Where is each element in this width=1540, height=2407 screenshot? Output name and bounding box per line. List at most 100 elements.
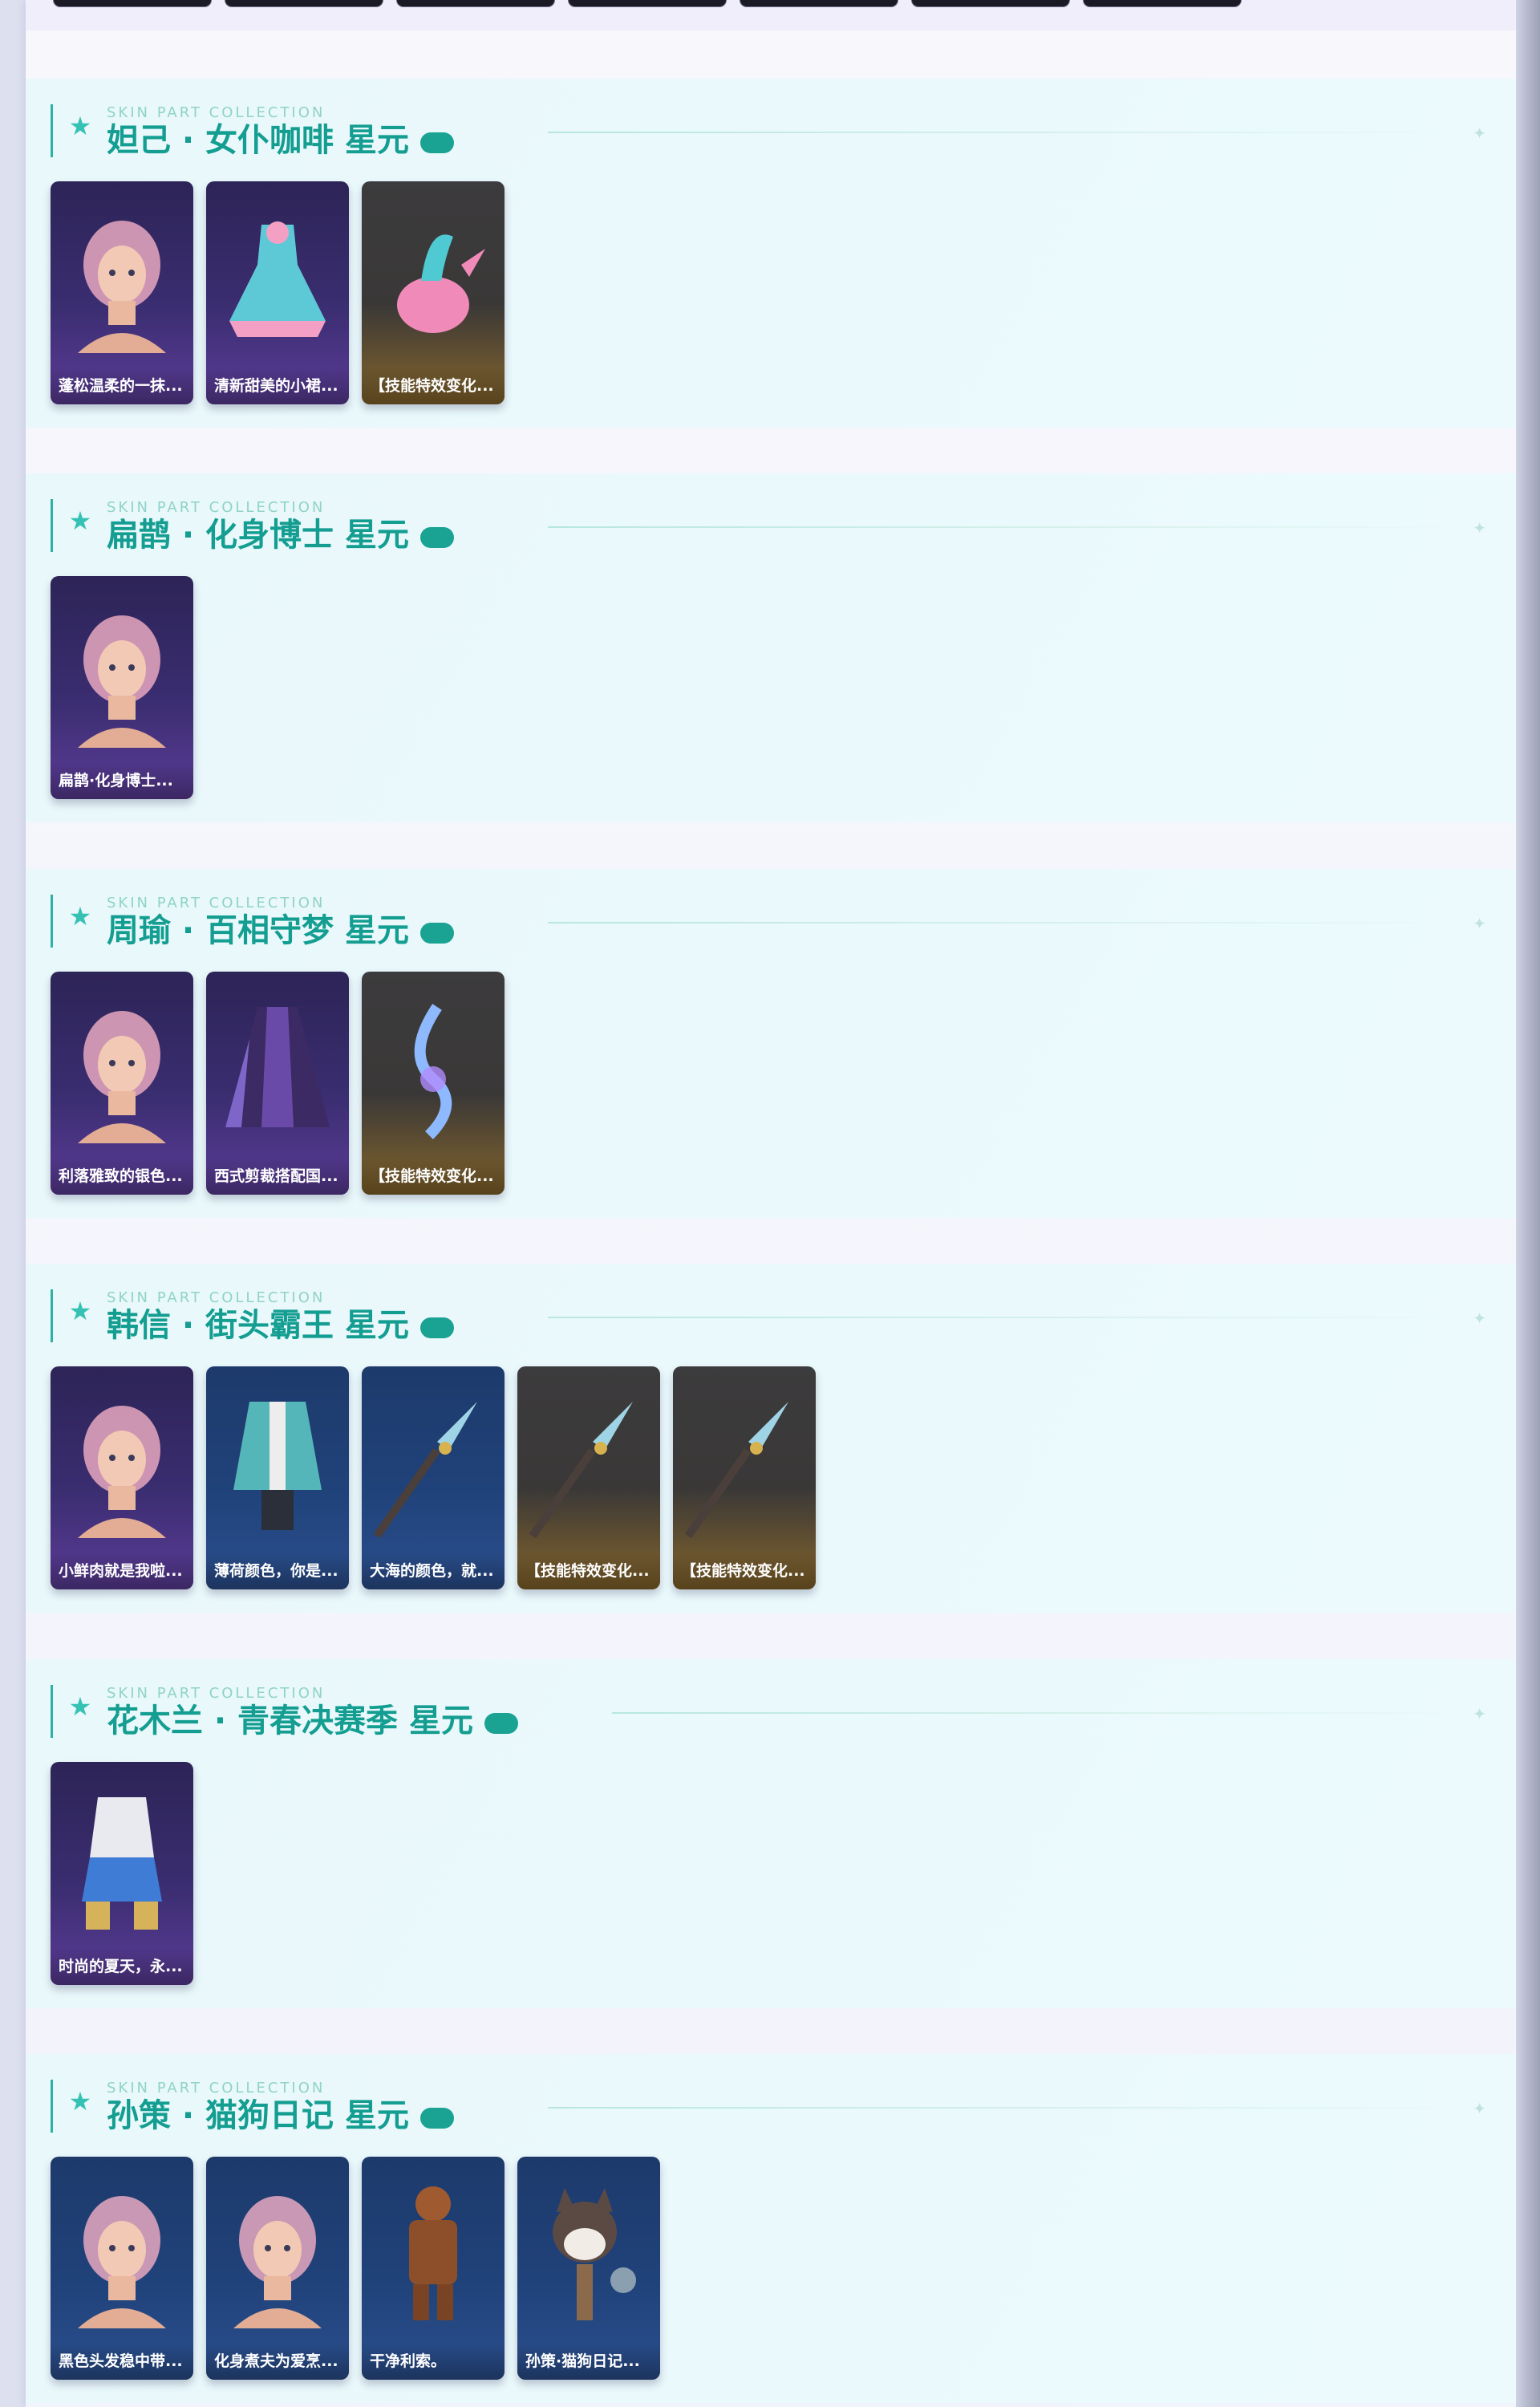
section-accent-bar bbox=[51, 1685, 53, 1738]
spear-weapon-art bbox=[529, 1386, 649, 1539]
section-accent-bar bbox=[51, 104, 53, 157]
skin-part-card[interactable]: 时尚的夏天，永... bbox=[51, 1762, 193, 1985]
section-divider bbox=[612, 1712, 1462, 1714]
section-divider bbox=[548, 1317, 1462, 1318]
card-label: 干净利索。 bbox=[362, 2343, 505, 2380]
card-label: 大海的颜色，就... bbox=[362, 1553, 505, 1589]
skin-part-card[interactable]: 西式剪裁搭配国... bbox=[206, 972, 349, 1195]
skin-part-card[interactable]: 干净利索。 bbox=[362, 2157, 505, 2380]
star-icon: ★ bbox=[68, 1296, 92, 1326]
skin-part-card[interactable]: 黑色头发稳中带... bbox=[51, 2157, 193, 2380]
hero-head-art bbox=[62, 595, 182, 748]
outfit-suit-art bbox=[373, 2176, 493, 2328]
skin-section: ★ SKIN PART COLLECTION 韩信 · 街头霸王 星元 ✦ 小鲜… bbox=[26, 1264, 1516, 1613]
card-label: 西式剪裁搭配国... bbox=[206, 1158, 349, 1195]
section-header: ★ SKIN PART COLLECTION 孙策 · 猫狗日记 星元 ✦ bbox=[51, 2080, 1494, 2136]
card-label: 清新甜美的小裙... bbox=[206, 367, 349, 404]
skin-part-card[interactable]: 【技能特效变化... bbox=[673, 1366, 816, 1589]
top-tab-strip bbox=[26, 0, 1516, 30]
section-divider bbox=[548, 2107, 1462, 2109]
card-label: 时尚的夏天，永... bbox=[51, 1948, 193, 1985]
hero-head-art bbox=[62, 1386, 182, 1538]
card-label: 利落雅致的银色... bbox=[51, 1158, 193, 1195]
top-tab[interactable] bbox=[396, 0, 555, 7]
section-header: ★ SKIN PART COLLECTION 韩信 · 街头霸王 星元 ✦ bbox=[51, 1289, 1494, 1346]
sparkle-icon: ✦ bbox=[1473, 518, 1486, 538]
skin-part-card[interactable]: 蓬松温柔的一抹... bbox=[51, 181, 193, 404]
section-caption: SKIN PART COLLECTION bbox=[107, 2080, 326, 2096]
sparkle-icon: ✦ bbox=[1473, 914, 1486, 933]
star-icon: ★ bbox=[68, 1691, 92, 1722]
card-label: 孙策·猫狗日记... bbox=[517, 2343, 660, 2380]
card-label: 【技能特效变化... bbox=[517, 1553, 660, 1589]
skin-section: ★ SKIN PART COLLECTION 孙策 · 猫狗日记 星元 ✦ 黑色… bbox=[26, 2054, 1516, 2403]
sparkle-icon: ✦ bbox=[1473, 2099, 1486, 2118]
section-title: 扁鹊 · 化身博士 星元 bbox=[107, 517, 409, 554]
section-badge bbox=[419, 923, 454, 944]
top-tab[interactable] bbox=[911, 0, 1070, 7]
card-label: 【技能特效变化... bbox=[362, 367, 505, 404]
outfit-coat-art bbox=[217, 991, 338, 1143]
skin-section: ★ SKIN PART COLLECTION 周瑜 · 百相守梦 星元 ✦ 利落… bbox=[26, 869, 1516, 1218]
page-scrollbar[interactable] bbox=[1516, 0, 1540, 2407]
section-divider bbox=[548, 922, 1462, 923]
top-tab[interactable] bbox=[568, 0, 727, 7]
outfit-sport-art bbox=[62, 1781, 182, 1934]
skin-part-card[interactable]: 【技能特效变化... bbox=[362, 972, 505, 1195]
section-accent-bar bbox=[51, 2080, 53, 2133]
skin-section: ★ SKIN PART COLLECTION 妲己 · 女仆咖啡 星元 ✦ 蓬松… bbox=[26, 79, 1516, 428]
skin-section: ★ SKIN PART COLLECTION 花木兰 · 青春决赛季 星元 ✦ … bbox=[26, 1659, 1516, 2008]
spear-weapon-art bbox=[373, 1386, 493, 1539]
top-tab[interactable] bbox=[740, 0, 898, 7]
teapot-weapon-art bbox=[373, 201, 493, 353]
spear-weapon-art bbox=[684, 1386, 804, 1539]
skin-part-card[interactable]: 【技能特效变化... bbox=[362, 181, 505, 404]
sparkle-icon: ✦ bbox=[1473, 1309, 1486, 1328]
skin-part-card[interactable]: 薄荷颜色，你是... bbox=[206, 1366, 349, 1589]
section-caption: SKIN PART COLLECTION bbox=[107, 499, 326, 516]
card-label: 扁鹊·化身博士... bbox=[51, 762, 193, 799]
hero-head-art bbox=[62, 201, 182, 353]
skin-collection-page: ★ SKIN PART COLLECTION 妲己 · 女仆咖啡 星元 ✦ 蓬松… bbox=[26, 0, 1516, 2407]
top-tab[interactable] bbox=[53, 0, 212, 7]
skin-part-card[interactable]: 化身煮夫为爱烹... bbox=[206, 2157, 349, 2380]
section-caption: SKIN PART COLLECTION bbox=[107, 1685, 326, 1702]
top-tab[interactable] bbox=[225, 0, 383, 7]
section-accent-bar bbox=[51, 895, 53, 948]
section-accent-bar bbox=[51, 499, 53, 552]
sparkle-icon: ✦ bbox=[1473, 1704, 1486, 1723]
skin-part-card[interactable]: 利落雅致的银色... bbox=[51, 972, 193, 1195]
top-tab[interactable] bbox=[1083, 0, 1242, 7]
star-icon: ★ bbox=[68, 505, 92, 536]
star-icon: ★ bbox=[68, 2086, 92, 2117]
skin-part-card[interactable]: 孙策·猫狗日记... bbox=[517, 2157, 660, 2380]
outfit-jacket-art bbox=[217, 1386, 338, 1538]
section-title: 孙策 · 猫狗日记 星元 bbox=[107, 2097, 409, 2134]
section-badge bbox=[419, 2108, 454, 2129]
section-header: ★ SKIN PART COLLECTION 妲己 · 女仆咖啡 星元 ✦ bbox=[51, 104, 1494, 160]
section-badge bbox=[419, 527, 454, 548]
section-title: 韩信 · 街头霸王 星元 bbox=[107, 1307, 409, 1344]
skin-part-card[interactable]: 小鲜肉就是我啦... bbox=[51, 1366, 193, 1589]
skin-part-card[interactable]: 清新甜美的小裙... bbox=[206, 181, 349, 404]
section-title: 妲己 · 女仆咖啡 星元 bbox=[107, 122, 409, 159]
section-badge bbox=[419, 132, 454, 153]
section-caption: SKIN PART COLLECTION bbox=[107, 895, 326, 911]
skin-part-card[interactable]: 扁鹊·化身博士... bbox=[51, 576, 193, 799]
card-label: 薄荷颜色，你是... bbox=[206, 1553, 349, 1589]
section-badge bbox=[419, 1317, 454, 1338]
hero-head-art bbox=[62, 991, 182, 1143]
section-divider bbox=[548, 132, 1462, 133]
card-label: 黑色头发稳中带... bbox=[51, 2343, 193, 2380]
section-header: ★ SKIN PART COLLECTION 花木兰 · 青春决赛季 星元 ✦ bbox=[51, 1685, 1494, 1741]
star-icon: ★ bbox=[68, 111, 92, 141]
skin-part-card[interactable]: 大海的颜色，就... bbox=[362, 1366, 505, 1589]
dog-pet-art bbox=[529, 2176, 649, 2328]
skin-part-card[interactable]: 【技能特效变化... bbox=[517, 1366, 660, 1589]
hero-head-art bbox=[62, 2176, 182, 2328]
section-caption: SKIN PART COLLECTION bbox=[107, 104, 326, 121]
skin-section: ★ SKIN PART COLLECTION 扁鹊 · 化身博士 星元 ✦ 扁鹊… bbox=[26, 473, 1516, 822]
section-header: ★ SKIN PART COLLECTION 周瑜 · 百相守梦 星元 ✦ bbox=[51, 895, 1494, 951]
star-icon: ★ bbox=[68, 901, 92, 932]
section-header: ★ SKIN PART COLLECTION 扁鹊 · 化身博士 星元 ✦ bbox=[51, 499, 1494, 555]
